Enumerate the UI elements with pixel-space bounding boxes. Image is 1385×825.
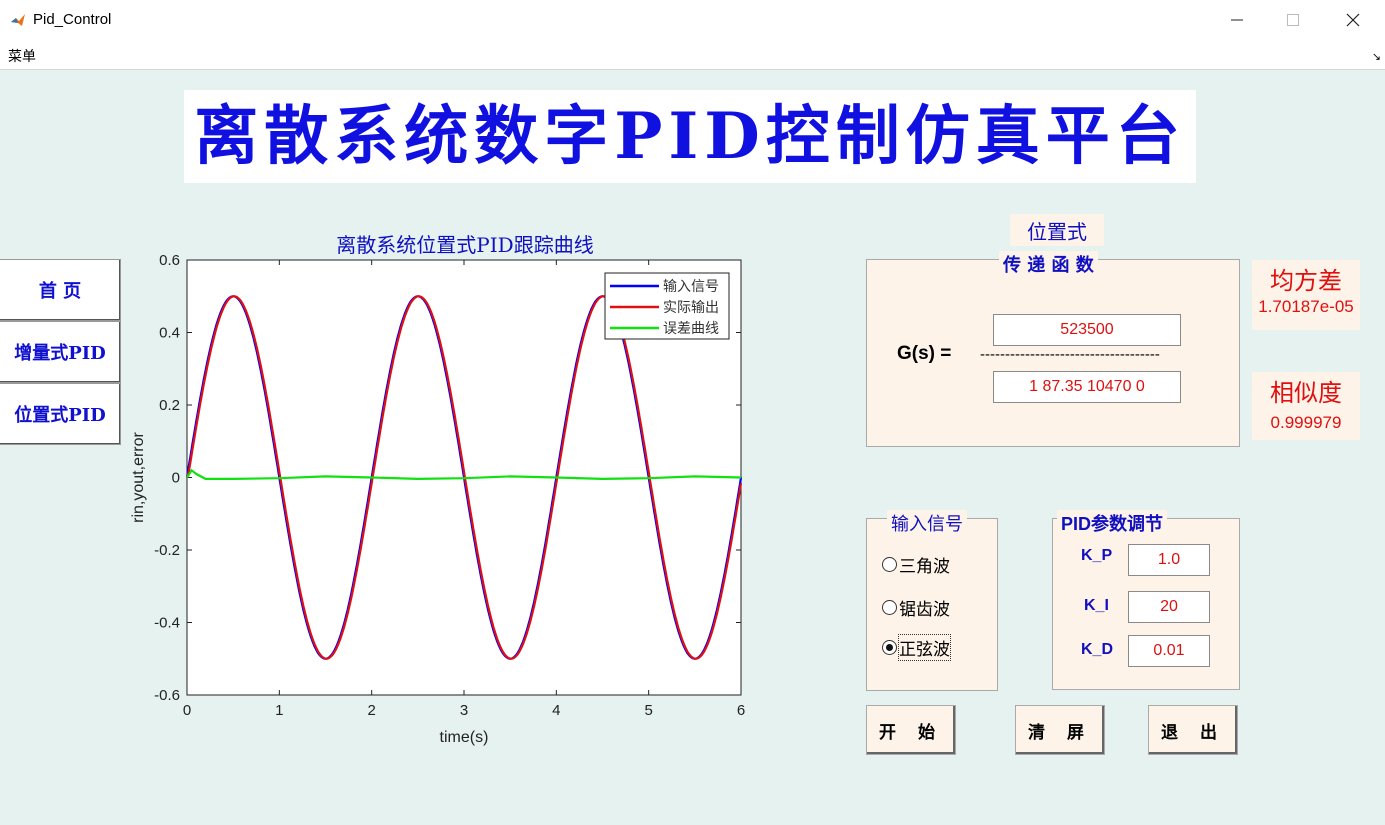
- toolbar-toggle-icon[interactable]: ↘: [1372, 50, 1381, 63]
- kp-input[interactable]: 1.0: [1128, 544, 1210, 576]
- fraction-divider: ------------------------------------: [980, 346, 1160, 363]
- x-tick-label: 6: [737, 702, 745, 719]
- transfer-function-title: 传 递 函 数: [999, 251, 1098, 277]
- x-tick-label: 5: [644, 702, 652, 719]
- ki-input[interactable]: 20: [1128, 591, 1210, 623]
- similarity-value: 0.999979: [1252, 406, 1360, 440]
- nav-incremental-pid-button[interactable]: 增量式PID: [0, 321, 121, 383]
- minimize-icon: [1231, 19, 1243, 21]
- kd-input[interactable]: 0.01: [1128, 635, 1210, 667]
- radio-label: 锯齿波: [899, 600, 950, 620]
- matlab-icon: [11, 14, 25, 26]
- mode-label: 位置式: [1010, 214, 1104, 246]
- y-tick-label: 0: [172, 470, 180, 487]
- y-tick-label: -0.2: [154, 542, 180, 559]
- maximize-button[interactable]: [1270, 6, 1316, 34]
- x-tick-label: 3: [460, 702, 468, 719]
- menu-item-main[interactable]: 菜单: [8, 46, 36, 66]
- radio-triangle[interactable]: 三角波: [882, 552, 950, 577]
- y-axis-label: rin,yout,error: [130, 431, 147, 522]
- title-banner: 离散系统数字PID控制仿真平台: [184, 90, 1196, 183]
- legend-label: 实际输出: [663, 300, 719, 316]
- denominator-field[interactable]: 1 87.35 10470 0: [993, 371, 1181, 403]
- y-tick-label: -0.6: [154, 687, 180, 704]
- nav-positional-pid-button[interactable]: 位置式PID: [0, 383, 121, 445]
- figure-canvas: 离散系统数字PID控制仿真平台 首 页 增量式PID 位置式PID 离散系统位置…: [0, 70, 1385, 825]
- nav-home-button[interactable]: 首 页: [0, 259, 121, 321]
- ki-label: K_I: [1084, 597, 1109, 614]
- legend-label: 误差曲线: [663, 321, 719, 337]
- minimize-button[interactable]: [1214, 6, 1260, 34]
- radio-circle-selected[interactable]: [882, 640, 897, 655]
- mse-value: 1.70187e-05: [1252, 296, 1360, 330]
- maximize-icon: [1287, 14, 1299, 26]
- x-axis-label: time(s): [440, 729, 489, 746]
- mse-label: 均方差: [1252, 260, 1360, 296]
- kp-label: K_P: [1081, 547, 1113, 564]
- radio-label: 正弦波: [898, 634, 951, 661]
- window-titlebar: Pid_Control: [0, 0, 1385, 40]
- similarity-label: 相似度: [1252, 372, 1360, 408]
- y-tick-label: -0.4: [154, 615, 180, 632]
- transfer-lhs: G(s) =: [897, 343, 952, 364]
- pid-params-title: PID参数调节: [1057, 510, 1168, 536]
- radio-sawtooth[interactable]: 锯齿波: [882, 595, 950, 620]
- x-tick-label: 1: [275, 702, 283, 719]
- numerator-field[interactable]: 523500: [993, 314, 1181, 346]
- radio-label: 三角波: [899, 557, 950, 577]
- radio-sine[interactable]: 正弦波: [882, 634, 951, 661]
- input-signal-title: 输入信号: [887, 510, 967, 536]
- x-tick-label: 2: [367, 702, 375, 719]
- window-title: Pid_Control: [33, 11, 112, 28]
- y-tick-label: 0.6: [159, 252, 180, 269]
- y-tick-label: 0.2: [159, 397, 180, 414]
- radio-circle[interactable]: [882, 557, 897, 572]
- page-title: 离散系统数字PID控制仿真平台: [194, 99, 1186, 174]
- y-tick-label: 0.4: [159, 325, 180, 342]
- legend-label: 输入信号: [663, 279, 719, 295]
- pid-params-panel: PID参数调节 K_P 1.0 K_I 20 K_D 0.01: [1052, 510, 1240, 690]
- x-tick-label: 4: [552, 702, 560, 719]
- clear-button[interactable]: 清 屏: [1015, 705, 1105, 755]
- close-icon: [1346, 13, 1360, 27]
- menu-bar: 菜单 ↘: [0, 40, 1385, 70]
- exit-button[interactable]: 退 出: [1148, 705, 1238, 755]
- close-button[interactable]: [1330, 6, 1376, 34]
- kd-label: K_D: [1081, 641, 1114, 658]
- tracking-chart[interactable]: 0 1 2 3 4 5 6 0.6 0.4 0.2 0 -0.2 -0.4 -0.6 time(s) rin,…: [120, 248, 770, 753]
- input-signal-panel: 输入信号 三角波 锯齿波 正弦波: [866, 510, 998, 691]
- transfer-function-panel: 传 递 函 数 523500 G(s) = ------------------…: [866, 251, 1240, 447]
- x-tick-label: 0: [183, 702, 191, 719]
- start-button[interactable]: 开 始: [866, 705, 956, 755]
- radio-circle[interactable]: [882, 600, 897, 615]
